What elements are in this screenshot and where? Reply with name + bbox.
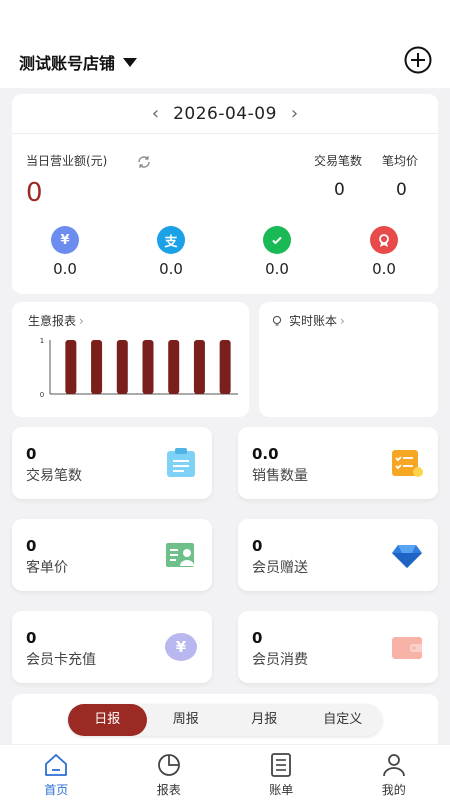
checklist-coin-icon [392, 450, 423, 477]
bill-list-icon [271, 753, 292, 777]
tile-member-consumption[interactable]: 0 会员消费 [238, 611, 438, 683]
tile-trade-count[interactable]: 0 交易笔数 [12, 427, 212, 499]
yuan-recharge-icon: ¥ [165, 633, 197, 661]
tile-value: 0 [252, 537, 263, 555]
chart-bar [219, 340, 231, 394]
tile-label: 会员消费 [252, 652, 308, 668]
period-tab-daily[interactable]: 日报 [68, 704, 147, 736]
avg-price-label: 笔均价 [382, 154, 419, 168]
realtime-ledger-card[interactable]: 实时账本 › [259, 302, 438, 417]
tile-value: 0 [26, 537, 37, 555]
tile-label: 交易笔数 [26, 468, 82, 484]
tab-label: 首页 [44, 783, 69, 797]
trade-count-label: 交易笔数 [314, 154, 363, 168]
payment-alipay: 支 0.0 [141, 226, 201, 278]
current-date[interactable]: 2026-04-09 [173, 104, 277, 124]
customer-card-icon [166, 543, 194, 567]
tile-unit-price[interactable]: 0 客单价 [12, 519, 212, 591]
pie-chart-icon [157, 754, 180, 776]
tab-reports[interactable]: 报表 [113, 745, 226, 800]
tile-label: 销售数量 [252, 468, 308, 484]
revenue-value: 0 [26, 178, 43, 208]
business-report-card[interactable]: 生意报表 › 10 [12, 302, 249, 417]
tile-member-gift[interactable]: 0 会员赠送 [238, 519, 438, 591]
period-tab-custom[interactable]: 自定义 [304, 704, 383, 736]
tab-label: 报表 [156, 783, 181, 797]
tile-value: 0 [26, 445, 37, 463]
yuan-cash-icon: ¥ [51, 226, 79, 254]
chart-bar [168, 340, 180, 394]
wechat-pay-icon [263, 226, 291, 254]
tab-mine[interactable]: 我的 [338, 745, 450, 800]
wallet-icon [392, 637, 422, 659]
chart-bar [142, 340, 154, 394]
payment-wechat: 0.0 [247, 226, 307, 278]
tile-card-recharge[interactable]: 0 会员卡充值 ¥ [12, 611, 212, 683]
tab-label: 我的 [381, 783, 406, 797]
home-icon [45, 754, 68, 776]
tab-label: 账单 [269, 783, 294, 797]
business-report-title-text: 生意报表 [28, 314, 77, 328]
period-tab-weekly[interactable]: 周报 [147, 704, 226, 736]
add-circle-icon[interactable] [404, 46, 432, 74]
tile-value: 0 [252, 629, 263, 647]
avg-price-value: 0 [396, 180, 407, 200]
trade-count-value: 0 [334, 180, 345, 200]
payment-amount: 0.0 [372, 260, 396, 278]
realtime-ledger-title: 实时账本 › [271, 312, 345, 329]
tab-home[interactable]: 首页 [0, 745, 113, 800]
chart-y-tick-label: 1 [40, 337, 44, 345]
tab-bills[interactable]: 账单 [225, 745, 338, 800]
store-selector[interactable]: 测试账号店铺 [19, 50, 138, 74]
period-segmented-control: 日报 周报 月报 自定义 [68, 704, 382, 736]
payment-amount: 0.0 [265, 260, 289, 278]
tile-label: 会员卡充值 [26, 652, 96, 668]
payment-member-card: 0.0 [354, 226, 414, 278]
realtime-ledger-title-text: 实时账本 [289, 314, 338, 328]
top-bar: 测试账号店铺 [0, 0, 450, 88]
chart-bar [193, 340, 205, 394]
alipay-icon: 支 [157, 226, 185, 254]
caret-down-icon [123, 57, 138, 67]
tile-label: 会员赠送 [252, 560, 308, 576]
diamond-icon [392, 545, 422, 568]
chart-y-tick-label: 0 [40, 391, 44, 399]
payment-amount: 0.0 [159, 260, 183, 278]
chevron-right-icon: › [79, 313, 84, 328]
svg-text:¥: ¥ [176, 638, 187, 656]
tile-label: 客单价 [26, 560, 68, 576]
revenue-label: 当日营业额(元) [26, 154, 108, 168]
clipboard-icon [167, 448, 195, 477]
chevron-right-icon: › [340, 313, 345, 328]
lightbulb-icon [272, 315, 282, 326]
chart-bar [91, 340, 103, 394]
chart-bar [116, 340, 128, 394]
refresh-icon[interactable] [136, 154, 152, 170]
payment-cash: ¥ 0.0 [35, 226, 95, 278]
tile-value: 0 [26, 629, 37, 647]
payment-amount: 0.0 [53, 260, 77, 278]
bottom-tab-bar: 首页 报表 账单 我的 [0, 744, 450, 800]
tile-value: 0.0 [252, 445, 279, 463]
period-tab-monthly[interactable]: 月报 [225, 704, 304, 736]
prev-date-arrow-icon[interactable]: ‹ [152, 103, 159, 124]
date-selector: ‹ 2026-04-09 › [12, 94, 438, 134]
tile-sales-quantity[interactable]: 0.0 销售数量 [238, 427, 438, 499]
member-card-icon [370, 226, 398, 254]
user-icon [382, 754, 405, 777]
business-report-chart: 10 [40, 337, 238, 399]
chart-bar [65, 340, 77, 394]
store-name: 测试账号店铺 [19, 54, 116, 73]
next-date-arrow-icon[interactable]: › [291, 103, 298, 124]
business-report-title: 生意报表 › [28, 312, 84, 329]
